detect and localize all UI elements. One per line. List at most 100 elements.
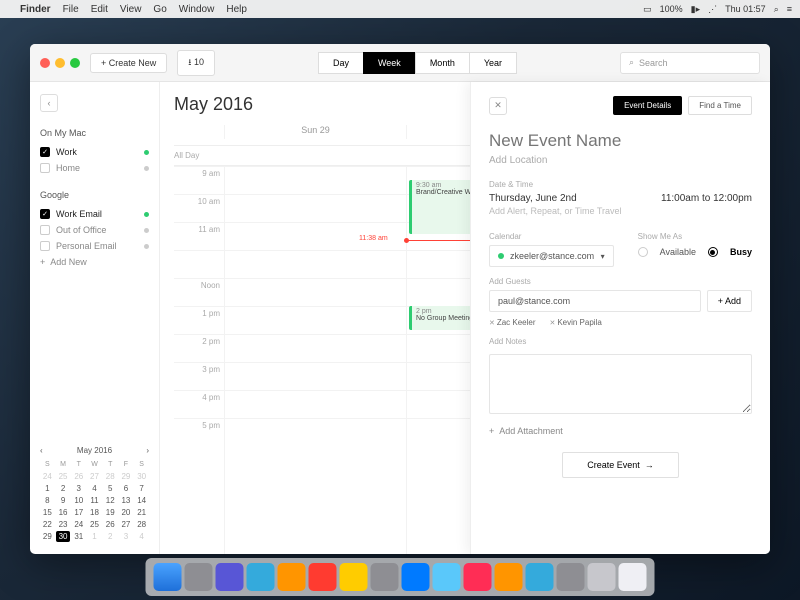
spotlight-icon[interactable]: ⌕: [774, 4, 779, 15]
minical-day[interactable]: 1: [40, 483, 55, 494]
minical-day[interactable]: 28: [134, 519, 149, 530]
add-guest-button[interactable]: + Add: [707, 290, 752, 312]
notes-input[interactable]: [489, 354, 752, 414]
dock-app[interactable]: [588, 563, 616, 591]
back-button[interactable]: ‹: [40, 94, 58, 112]
minical-day[interactable]: 16: [56, 507, 71, 518]
dock-app[interactable]: [371, 563, 399, 591]
alert-hint[interactable]: Add Alert, Repeat, or Time Travel: [489, 206, 752, 216]
create-event-button[interactable]: Create Event →: [562, 452, 679, 478]
minical-day[interactable]: 22: [40, 519, 55, 530]
minical-day[interactable]: 6: [119, 483, 134, 494]
menubar-app[interactable]: Finder: [20, 4, 51, 15]
create-new-button[interactable]: + Create New: [90, 53, 167, 73]
minical-day[interactable]: 21: [134, 507, 149, 518]
minical-next[interactable]: ›: [146, 446, 149, 455]
minical-day[interactable]: 18: [87, 507, 102, 518]
minimize-button[interactable]: [55, 58, 65, 68]
dock-app-launchpad[interactable]: [185, 563, 213, 591]
minical-day[interactable]: 13: [119, 495, 134, 506]
minical-day[interactable]: 4: [134, 531, 149, 542]
clock[interactable]: Thu 01:57: [725, 4, 766, 14]
wifi-icon[interactable]: ⋰: [708, 4, 717, 15]
dock-app-calendar[interactable]: [309, 563, 337, 591]
minical-day[interactable]: 31: [71, 531, 86, 542]
search-input[interactable]: ⌕ Search: [620, 52, 760, 74]
minical-day[interactable]: 19: [103, 507, 118, 518]
view-month[interactable]: Month: [415, 52, 469, 74]
minical-day[interactable]: 17: [71, 507, 86, 518]
menu-edit[interactable]: Edit: [91, 4, 108, 15]
radio-busy[interactable]: [708, 247, 718, 257]
minical-day[interactable]: 26: [103, 519, 118, 530]
view-year[interactable]: Year: [469, 52, 517, 74]
dock-app-messages[interactable]: [433, 563, 461, 591]
radio-available[interactable]: [638, 247, 648, 257]
minical-day[interactable]: 9: [56, 495, 71, 506]
download-button[interactable]: ⭳ 10: [177, 50, 215, 76]
minical-day[interactable]: 7: [134, 483, 149, 494]
dock-app-settings[interactable]: [557, 563, 585, 591]
minical-day[interactable]: 1: [87, 531, 102, 542]
minical-day[interactable]: 8: [40, 495, 55, 506]
minical-day[interactable]: 30: [56, 531, 71, 542]
minical-day[interactable]: 24: [71, 519, 86, 530]
tab-find-time[interactable]: Find a Time: [688, 96, 752, 115]
sidebar-item-personal-email[interactable]: Personal Email: [40, 238, 149, 254]
guest-chip[interactable]: Zac Keeler: [489, 318, 536, 327]
minical-day[interactable]: 11: [87, 495, 102, 506]
event-date[interactable]: Thursday, June 2nd: [489, 193, 577, 204]
menu-window[interactable]: Window: [179, 4, 215, 15]
event-time[interactable]: 11:00am to 12:00pm: [661, 193, 752, 204]
minical-day[interactable]: 26: [71, 471, 86, 482]
minical-day[interactable]: 3: [119, 531, 134, 542]
minical-day[interactable]: 10: [71, 495, 86, 506]
sidebar-item-work[interactable]: ✓Work: [40, 144, 149, 160]
dock-app-notes[interactable]: [340, 563, 368, 591]
menu-help[interactable]: Help: [226, 4, 247, 15]
tab-event-details[interactable]: Event Details: [613, 96, 682, 115]
minical-day[interactable]: 25: [87, 519, 102, 530]
minical-day[interactable]: 3: [71, 483, 86, 494]
minical-day[interactable]: 4: [87, 483, 102, 494]
menu-icon[interactable]: ≡: [787, 4, 792, 14]
close-button[interactable]: [40, 58, 50, 68]
event-name-input[interactable]: [489, 131, 752, 151]
close-panel-button[interactable]: ✕: [489, 97, 507, 115]
guest-input[interactable]: paul@stance.com: [489, 290, 701, 312]
sidebar-item-home[interactable]: Home: [40, 160, 149, 176]
dock-trash[interactable]: [619, 563, 647, 591]
dock-app-safari[interactable]: [402, 563, 430, 591]
minical-day[interactable]: 15: [40, 507, 55, 518]
dock-app-itunes[interactable]: [464, 563, 492, 591]
minical-day[interactable]: 20: [119, 507, 134, 518]
menu-view[interactable]: View: [120, 4, 142, 15]
add-attachment[interactable]: + Add Attachment: [489, 426, 752, 436]
minical-day[interactable]: 29: [40, 531, 55, 542]
menu-go[interactable]: Go: [153, 4, 166, 15]
dock-app[interactable]: [278, 563, 306, 591]
minical-day[interactable]: 12: [103, 495, 118, 506]
minical-day[interactable]: 2: [103, 531, 118, 542]
minical-day[interactable]: 30: [134, 471, 149, 482]
day-header-sun[interactable]: Sun 29: [224, 125, 406, 139]
minical-day[interactable]: 29: [119, 471, 134, 482]
view-day[interactable]: Day: [318, 52, 363, 74]
zoom-button[interactable]: [70, 58, 80, 68]
dock-app-appstore[interactable]: [526, 563, 554, 591]
dock-app[interactable]: [216, 563, 244, 591]
minical-day[interactable]: 23: [56, 519, 71, 530]
airplay-icon[interactable]: ▭: [643, 4, 652, 15]
sidebar-item-work-email[interactable]: ✓Work Email: [40, 206, 149, 222]
calendar-select[interactable]: zkeeler@stance.com▾: [489, 245, 614, 267]
minical-day[interactable]: 24: [40, 471, 55, 482]
view-week[interactable]: Week: [363, 52, 415, 74]
dock-app-mail[interactable]: [247, 563, 275, 591]
sidebar-item-out-of-office[interactable]: Out of Office: [40, 222, 149, 238]
menu-file[interactable]: File: [63, 4, 79, 15]
sidebar-add-new[interactable]: + Add New: [40, 254, 149, 270]
event-location-input[interactable]: Add Location: [489, 155, 752, 166]
dock-app-finder[interactable]: [154, 563, 182, 591]
day-column-sun[interactable]: [224, 166, 406, 554]
minical-prev[interactable]: ‹: [40, 446, 43, 455]
